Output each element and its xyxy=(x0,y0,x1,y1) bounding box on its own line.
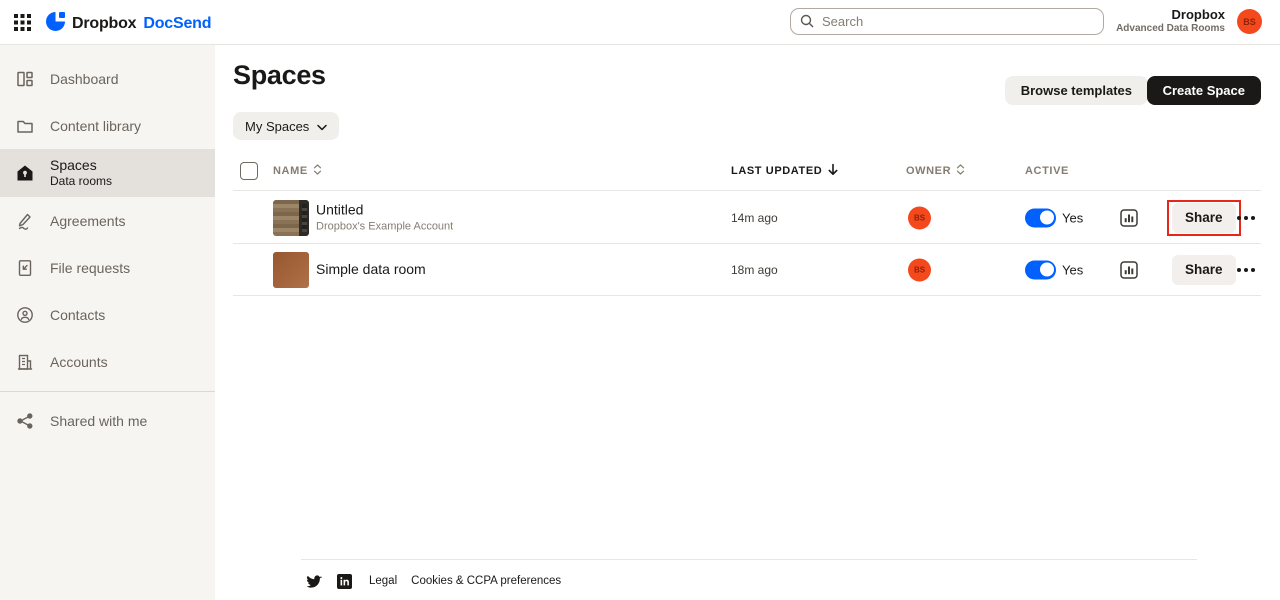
docsend-logo[interactable]: Dropbox DocSend xyxy=(46,12,211,36)
sidebar-item-spaces[interactable]: Spaces Data rooms xyxy=(0,149,215,197)
spaces-table: Untitled Dropbox's Example Account 14m a… xyxy=(233,192,1261,296)
search-input[interactable] xyxy=(790,8,1104,35)
product-text: DocSend xyxy=(143,15,211,33)
filter-label: My Spaces xyxy=(245,119,309,134)
sidebar-item-file-requests[interactable]: File requests xyxy=(0,244,215,291)
sidebar-item-shared-with-me[interactable]: Shared with me xyxy=(0,397,215,444)
sidebar-item-accounts[interactable]: Accounts xyxy=(0,338,215,385)
owner-avatar[interactable]: BS xyxy=(908,258,931,281)
sidebar: Dashboard Content library Spaces Data ro… xyxy=(0,45,215,600)
sidebar-item-agreements[interactable]: Agreements xyxy=(0,197,215,244)
column-header-last-updated[interactable]: LAST UPDATED xyxy=(731,163,839,179)
linkedin-icon[interactable] xyxy=(337,574,352,589)
apps-grid-icon[interactable] xyxy=(14,14,31,31)
footer: Legal Cookies & CCPA preferences xyxy=(307,573,561,589)
analytics-icon[interactable] xyxy=(1120,209,1138,227)
sidebar-item-contacts[interactable]: Contacts xyxy=(0,291,215,338)
sidebar-label: Agreements xyxy=(50,213,125,229)
sidebar-label: Shared with me xyxy=(50,413,147,429)
page-title: Spaces xyxy=(233,60,326,91)
docsend-mark-icon xyxy=(46,12,65,36)
sidebar-item-content-library[interactable]: Content library xyxy=(0,102,215,149)
space-name[interactable]: Untitled xyxy=(316,200,453,220)
my-spaces-filter-dropdown[interactable]: My Spaces xyxy=(233,112,339,140)
share-highlight-box: Share xyxy=(1167,252,1241,288)
column-header-active: ACTIVE xyxy=(1025,165,1069,177)
account-plan: Advanced Data Rooms xyxy=(1116,23,1225,36)
analytics-icon[interactable] xyxy=(1120,261,1138,279)
account-org: Dropbox xyxy=(1116,7,1225,23)
sort-desc-arrow-icon xyxy=(827,163,839,179)
file-request-icon xyxy=(16,259,34,277)
table-header: NAME LAST UPDATED OWNER xyxy=(233,151,1261,191)
sidebar-label: Spaces xyxy=(50,156,112,174)
sidebar-item-dashboard[interactable]: Dashboard xyxy=(0,55,215,102)
create-space-button[interactable]: Create Space xyxy=(1147,76,1261,105)
sidebar-label: Contacts xyxy=(50,307,105,323)
cookies-ccpa-link[interactable]: Cookies & CCPA preferences xyxy=(411,575,561,587)
sidebar-label: File requests xyxy=(50,260,130,276)
share-highlight-box: Share xyxy=(1167,200,1241,236)
browse-templates-button[interactable]: Browse templates xyxy=(1005,76,1148,105)
share-button[interactable]: Share xyxy=(1172,255,1236,285)
space-thumbnail[interactable] xyxy=(273,200,309,236)
folder-icon xyxy=(16,117,34,135)
dashboard-icon xyxy=(16,70,34,88)
more-options-button[interactable] xyxy=(1237,216,1255,220)
sort-icon xyxy=(313,164,322,178)
sidebar-label: Dashboard xyxy=(50,71,119,87)
sidebar-sublabel: Data rooms xyxy=(50,174,112,190)
brand-text: Dropbox xyxy=(72,15,136,33)
active-toggle[interactable] xyxy=(1025,260,1056,279)
pen-signature-icon xyxy=(16,212,34,230)
search-box xyxy=(790,8,1104,35)
spaces-home-icon xyxy=(16,164,34,182)
top-bar: Dropbox DocSend Dropbox Advanced Data Ro… xyxy=(0,0,1280,45)
select-all-checkbox[interactable] xyxy=(240,162,258,180)
active-toggle[interactable] xyxy=(1025,208,1056,227)
twitter-icon[interactable] xyxy=(307,575,322,588)
space-subtitle: Dropbox's Example Account xyxy=(316,220,453,235)
search-icon xyxy=(800,14,814,33)
footer-divider xyxy=(301,559,1197,560)
sort-icon xyxy=(956,164,965,178)
more-options-button[interactable] xyxy=(1237,268,1255,272)
active-toggle-label: Yes xyxy=(1062,210,1083,225)
chevron-down-icon xyxy=(317,119,327,134)
sidebar-divider xyxy=(0,391,215,392)
sidebar-label: Content library xyxy=(50,118,141,134)
table-row: Untitled Dropbox's Example Account 14m a… xyxy=(233,192,1261,244)
building-icon xyxy=(16,353,34,371)
last-updated-value: 18m ago xyxy=(731,263,778,277)
last-updated-value: 14m ago xyxy=(731,211,778,225)
table-row: Simple data room 18m ago BS Yes Share xyxy=(233,244,1261,296)
sidebar-label: Accounts xyxy=(50,354,108,370)
user-avatar[interactable]: BS xyxy=(1237,9,1262,34)
legal-link[interactable]: Legal xyxy=(369,575,397,587)
space-name[interactable]: Simple data room xyxy=(316,260,426,280)
account-info: Dropbox Advanced Data Rooms xyxy=(1116,7,1225,36)
column-header-owner[interactable]: OWNER xyxy=(906,164,965,178)
column-header-name[interactable]: NAME xyxy=(273,164,322,178)
share-icon xyxy=(16,412,34,430)
active-toggle-label: Yes xyxy=(1062,262,1083,277)
main-content: Spaces Browse templates Create Space My … xyxy=(215,45,1280,600)
space-thumbnail[interactable] xyxy=(273,252,309,288)
share-button[interactable]: Share xyxy=(1172,203,1236,233)
contact-icon xyxy=(16,306,34,324)
owner-avatar[interactable]: BS xyxy=(908,206,931,229)
